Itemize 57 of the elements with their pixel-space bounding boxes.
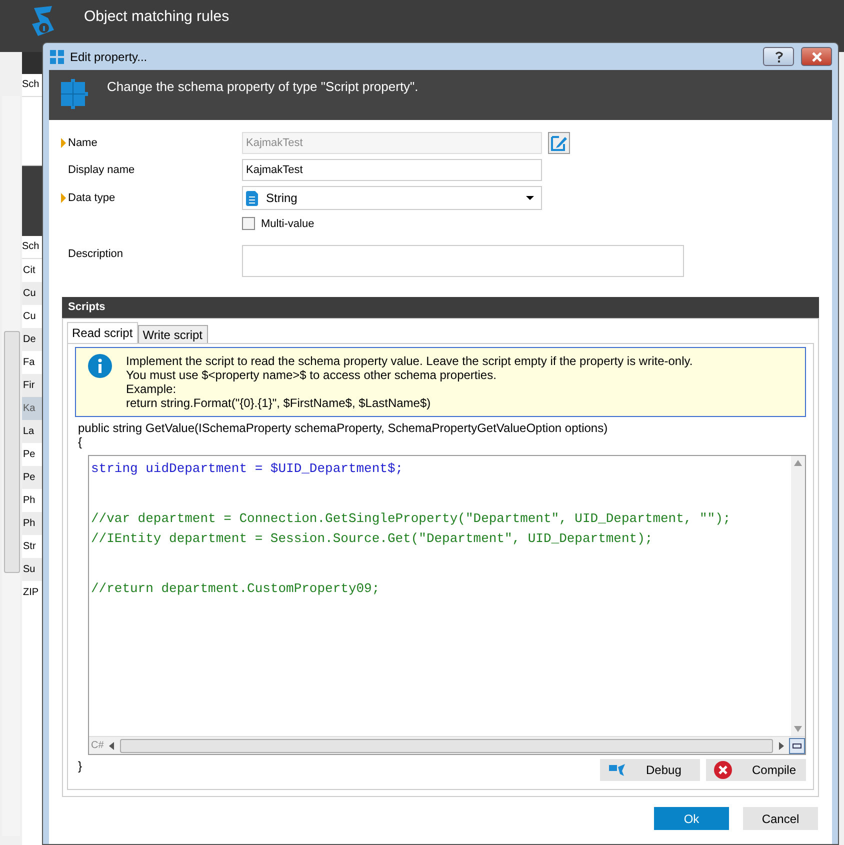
dialog-title: Edit property...: [70, 50, 148, 64]
code-line: string uidDepartment = $UID_Department$;: [91, 460, 404, 478]
edit-icon[interactable]: [548, 132, 570, 154]
description-field[interactable]: [242, 245, 684, 277]
method-signature: public string GetValue(ISchemaProperty schemaProperty, SchemaPropertyGetValueOption options): [78, 421, 609, 435]
list-item[interactable]: Cu: [22, 282, 42, 305]
toolbar-bar: [22, 166, 42, 236]
list-item[interactable]: Ph: [22, 512, 42, 535]
code-line: //IEntity department = Session.Source.Get("Department", UID_Department);: [91, 530, 654, 548]
list-item[interactable]: Fir: [22, 374, 42, 397]
horizontal-scrollbar[interactable]: [120, 738, 773, 752]
app-title: Object matching rules: [84, 8, 230, 25]
data-type-dropdown[interactable]: String: [242, 186, 542, 210]
debug-button[interactable]: Debug: [600, 759, 700, 781]
info-icon: [88, 354, 112, 378]
close-icon: [810, 52, 822, 62]
info-text: Implement the script to read the schema property value. Leave the script empty if the property is write-only.: [126, 354, 693, 368]
help-button[interactable]: [763, 47, 794, 66]
error-icon: [714, 761, 732, 779]
scrollbar-thumb[interactable]: [4, 331, 20, 573]
language-label: C#: [91, 740, 104, 751]
field-label: Name: [68, 137, 98, 149]
ok-button[interactable]: Ok: [654, 807, 729, 830]
list-item[interactable]: Su: [22, 558, 42, 581]
scroll-up-icon[interactable]: [794, 460, 802, 466]
dialog-subtitle: Change the schema property of type "Script property".: [107, 79, 418, 94]
field-label: Data type: [68, 192, 116, 204]
list-item[interactable]: De: [22, 328, 42, 351]
tab[interactable]: Read script: [67, 322, 138, 343]
puzzle-icon: [49, 48, 65, 64]
toolbar-bar: [22, 52, 42, 74]
scroll-right-icon[interactable]: [777, 742, 785, 750]
brace: {: [78, 435, 84, 449]
info-text: Example:: [126, 382, 178, 396]
multi-value-checkbox[interactable]: Multi-value: [242, 217, 314, 230]
code-line: //var department = Connection.GetSingleProperty("Department", UID_Department, "");: [91, 510, 732, 528]
close-button[interactable]: [801, 47, 832, 66]
field-label: Display name: [68, 164, 135, 176]
info-text: return string.Format("{0}.{1}", $FirstName$, $LastName$): [126, 396, 432, 410]
info-text: You must use $<property name>$ to access other schema properties.: [126, 368, 498, 382]
scroll-left-icon[interactable]: [108, 742, 116, 750]
split-view-icon[interactable]: [789, 738, 805, 754]
text-field[interactable]: KajmakTest: [242, 159, 542, 181]
cancel-button[interactable]: Cancel: [743, 807, 818, 830]
question-mark-icon: [774, 50, 784, 62]
scroll-down-icon[interactable]: [794, 726, 802, 732]
puzzle-icon: [59, 78, 89, 110]
list-item[interactable]: Ka: [22, 397, 42, 420]
brace: }: [78, 759, 82, 773]
list-item[interactable]: Pe: [22, 466, 42, 489]
tab[interactable]: Write script: [138, 325, 208, 343]
compile-button[interactable]: Compile: [706, 759, 806, 781]
field-label: Description: [68, 248, 124, 260]
document-icon: [246, 190, 258, 206]
section-header: Scripts: [62, 297, 819, 318]
list-item[interactable]: La: [22, 420, 42, 443]
code-line: //return department.CustomProperty09;: [91, 580, 381, 598]
